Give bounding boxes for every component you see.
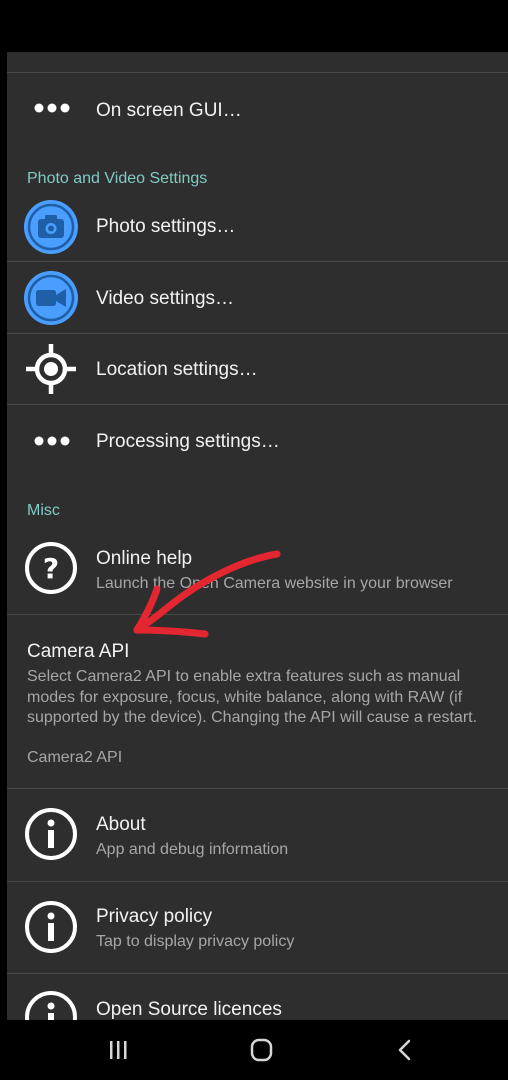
online-help-subtitle: Launch the Open Camera website in your b… [96, 575, 453, 592]
info-icon [25, 808, 77, 860]
navigation-bar [0, 1020, 508, 1080]
location-target-icon [26, 344, 76, 394]
on-screen-gui-item[interactable]: On screen GUI… [7, 73, 508, 143]
photo-settings-title: Photo settings… [96, 216, 236, 237]
about-item[interactable]: About App and debug information [7, 789, 508, 881]
more-dots-icon [34, 436, 70, 446]
info-icon [25, 901, 77, 953]
photo-settings-item[interactable]: Photo settings… [7, 192, 508, 261]
help-icon: ? [25, 542, 77, 594]
processing-settings-title: Processing settings… [96, 431, 280, 452]
camera-api-title: Camera API [27, 641, 130, 662]
svg-text:?: ? [43, 552, 59, 585]
nav-home-icon[interactable] [241, 1032, 281, 1068]
on-screen-gui-title: On screen GUI… [96, 100, 242, 121]
location-settings-title: Location settings… [96, 359, 258, 380]
video-settings-item[interactable]: Video settings… [7, 262, 508, 333]
open-source-licences-title: Open Source licences [96, 999, 282, 1020]
more-dots-icon [34, 103, 70, 113]
camera-icon [24, 200, 78, 254]
about-title: About [96, 814, 146, 835]
settings-list[interactable]: On screen GUI… Photo and Video Settings … [7, 52, 508, 1020]
open-source-licences-item[interactable]: Open Source licences [7, 974, 508, 1020]
nav-recents-icon[interactable] [98, 1032, 138, 1068]
online-help-item[interactable]: ? Online help Launch the Open Camera web… [7, 524, 508, 614]
privacy-policy-subtitle: Tap to display privacy policy [96, 933, 295, 950]
processing-settings-item[interactable]: Processing settings… [7, 405, 508, 477]
location-settings-item[interactable]: Location settings… [7, 334, 508, 404]
section-header-photo-video: Photo and Video Settings [27, 170, 208, 187]
privacy-policy-item[interactable]: Privacy policy Tap to display privacy po… [7, 882, 508, 973]
privacy-policy-title: Privacy policy [96, 906, 213, 927]
section-header-misc: Misc [27, 502, 60, 519]
online-help-title: Online help [96, 548, 193, 569]
nav-back-icon[interactable] [385, 1032, 425, 1068]
camera-api-description: Select Camera2 API to enable extra featu… [27, 668, 478, 726]
about-subtitle: App and debug information [96, 841, 289, 858]
status-bar [0, 0, 508, 52]
camera-api-value: Camera2 API [27, 749, 123, 766]
video-settings-title: Video settings… [96, 288, 235, 309]
video-icon [24, 271, 78, 325]
info-icon [25, 991, 77, 1020]
